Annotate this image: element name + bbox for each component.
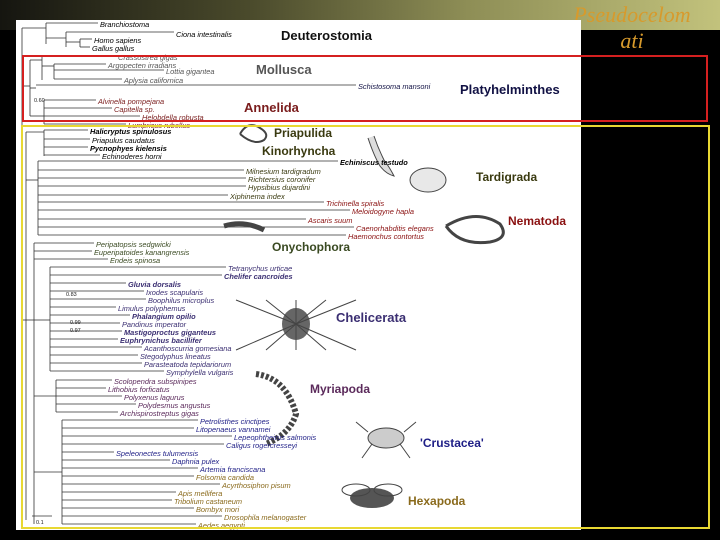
highlight-box-red <box>22 55 708 122</box>
taxon-label: Ciona intestinalis <box>176 30 232 39</box>
taxon-label: Gallus gallus <box>92 44 135 53</box>
supergroup-label-deuterostomia: Deuterostomia <box>281 28 373 43</box>
taxon-label: Branchiostoma <box>100 20 150 29</box>
highlight-box-yellow <box>21 125 710 529</box>
